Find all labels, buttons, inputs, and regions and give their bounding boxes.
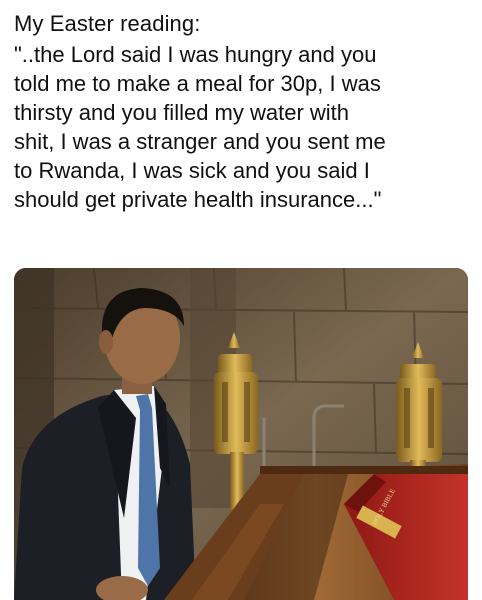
lectern-rail <box>260 466 468 474</box>
church-lectern-photo: HOLY BIBLE <box>14 268 468 600</box>
quote-line: to Rwanda, I was sick and you said I <box>14 158 370 183</box>
caption-title: My Easter reading: <box>14 11 201 36</box>
caption-quote: "..the Lord said I was hungry and you to… <box>14 40 468 214</box>
quote-line: told me to make a meal for 30p, I was <box>14 71 381 96</box>
quote-line: thirsty and you filled my water with <box>14 100 350 125</box>
meme-post: My Easter reading: "..the Lord said I wa… <box>0 0 482 600</box>
photo-illustration: HOLY BIBLE <box>14 268 468 600</box>
quote-line: should get private health insurance..." <box>14 187 382 212</box>
ear <box>99 330 113 354</box>
quote-line: "..the Lord said I was hungry and you <box>14 42 377 67</box>
quote-line: shit, I was a stranger and you sent me <box>14 129 386 154</box>
